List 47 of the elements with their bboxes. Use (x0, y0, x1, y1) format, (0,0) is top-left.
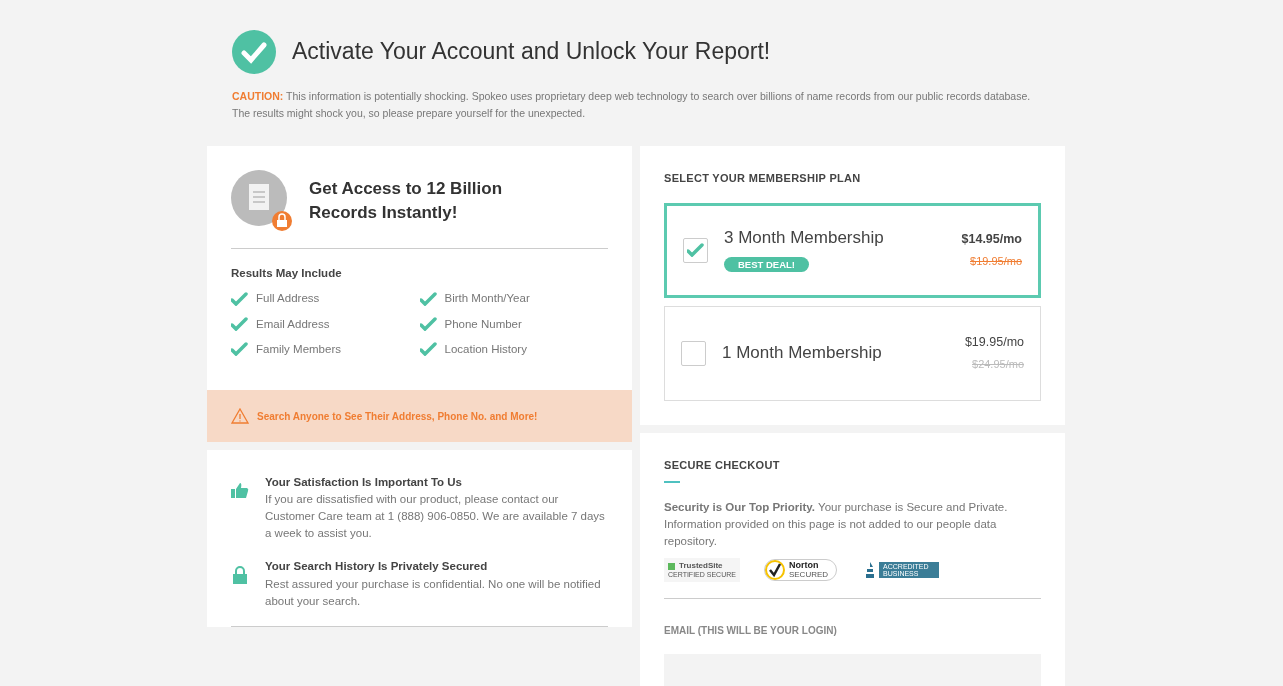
check-icon (419, 317, 437, 332)
banner-text: Search Anyone to See Their Address, Phone No. and More! (257, 409, 538, 424)
lock-icon (231, 566, 249, 584)
result-item: Birth Month/Year (444, 291, 530, 307)
section-heading: SELECT YOUR MEMBERSHIP PLAN (664, 171, 862, 186)
plan-price: $14.95/mo (961, 231, 1022, 249)
result-item: Location History (444, 341, 527, 357)
plan-price: $19.95/mo (964, 334, 1024, 352)
checkbox-icon (668, 562, 675, 570)
check-icon (231, 342, 248, 357)
check-icon (419, 342, 437, 357)
assurance-text: If you are dissatisfied with our product, please contact our Customer Care team at 1 (888) 906-0850. We are available 7 days a week to assist you. (265, 492, 606, 542)
seal-name: TrustedSite (679, 562, 723, 571)
assurance-text: Rest assured your purchase is confidential. No one will be notified about your search. (265, 576, 602, 609)
document-lock-icon (231, 170, 293, 232)
checkbox[interactable] (681, 340, 706, 366)
results-heading: Results May Include (231, 266, 343, 281)
thumbs-up-icon (231, 482, 249, 499)
plan-option[interactable]: 3 Month Membership BEST DEAL! $14.95/mo $19.95/mo (664, 202, 1041, 298)
assurance-title: Your Satisfaction Is Important To Us (265, 475, 463, 490)
security-text: Security is Our Top Priority. Your purchase is Secure and Private. Information provided on this page is not added to our people data repository. (664, 500, 1009, 549)
email-label: EMAIL (THIS WILL BE YOUR LOGIN) (664, 624, 838, 639)
plan-name: 3 Month Membership (724, 227, 885, 250)
torch-icon (865, 562, 876, 579)
caution-text: CAUTION: This information is potentially shocking. Spokeo uses proprietary deep web technology to search over billions of name records from our public records database. The results might shock you, so please prepare yourself for the unexpected. (232, 89, 1032, 121)
page-title: Activate Your Account and Unlock Your Report! (292, 38, 771, 66)
checkmark-circle-icon (764, 560, 785, 581)
access-title: Get Access to 12 Billion Records Instantly! (309, 178, 504, 224)
check-icon (231, 317, 248, 332)
plan-name: 1 Month Membership (722, 342, 883, 365)
warning-icon (231, 408, 249, 424)
check-icon (419, 291, 437, 306)
check-icon (231, 291, 248, 306)
old-price: $24.95/mo (971, 357, 1024, 373)
result-item: Email Address (256, 316, 330, 332)
deal-badge: BEST DEAL! (724, 256, 809, 272)
old-price: $19.95/mo (969, 254, 1022, 270)
checkbox[interactable] (683, 237, 708, 263)
result-item: Phone Number (444, 316, 522, 332)
section-heading: SECURE CHECKOUT (664, 457, 781, 473)
check-circle-icon (232, 30, 276, 74)
result-item: Family Members (256, 341, 341, 357)
seal-caption: SECURED (788, 570, 829, 580)
seal-name: Norton (788, 560, 820, 571)
result-item: Full Address (256, 291, 320, 307)
assurance-title: Your Search History Is Privately Secured (265, 559, 489, 575)
plan-option[interactable]: 1 Month Membership $19.95/mo $24.95/mo (664, 305, 1041, 401)
